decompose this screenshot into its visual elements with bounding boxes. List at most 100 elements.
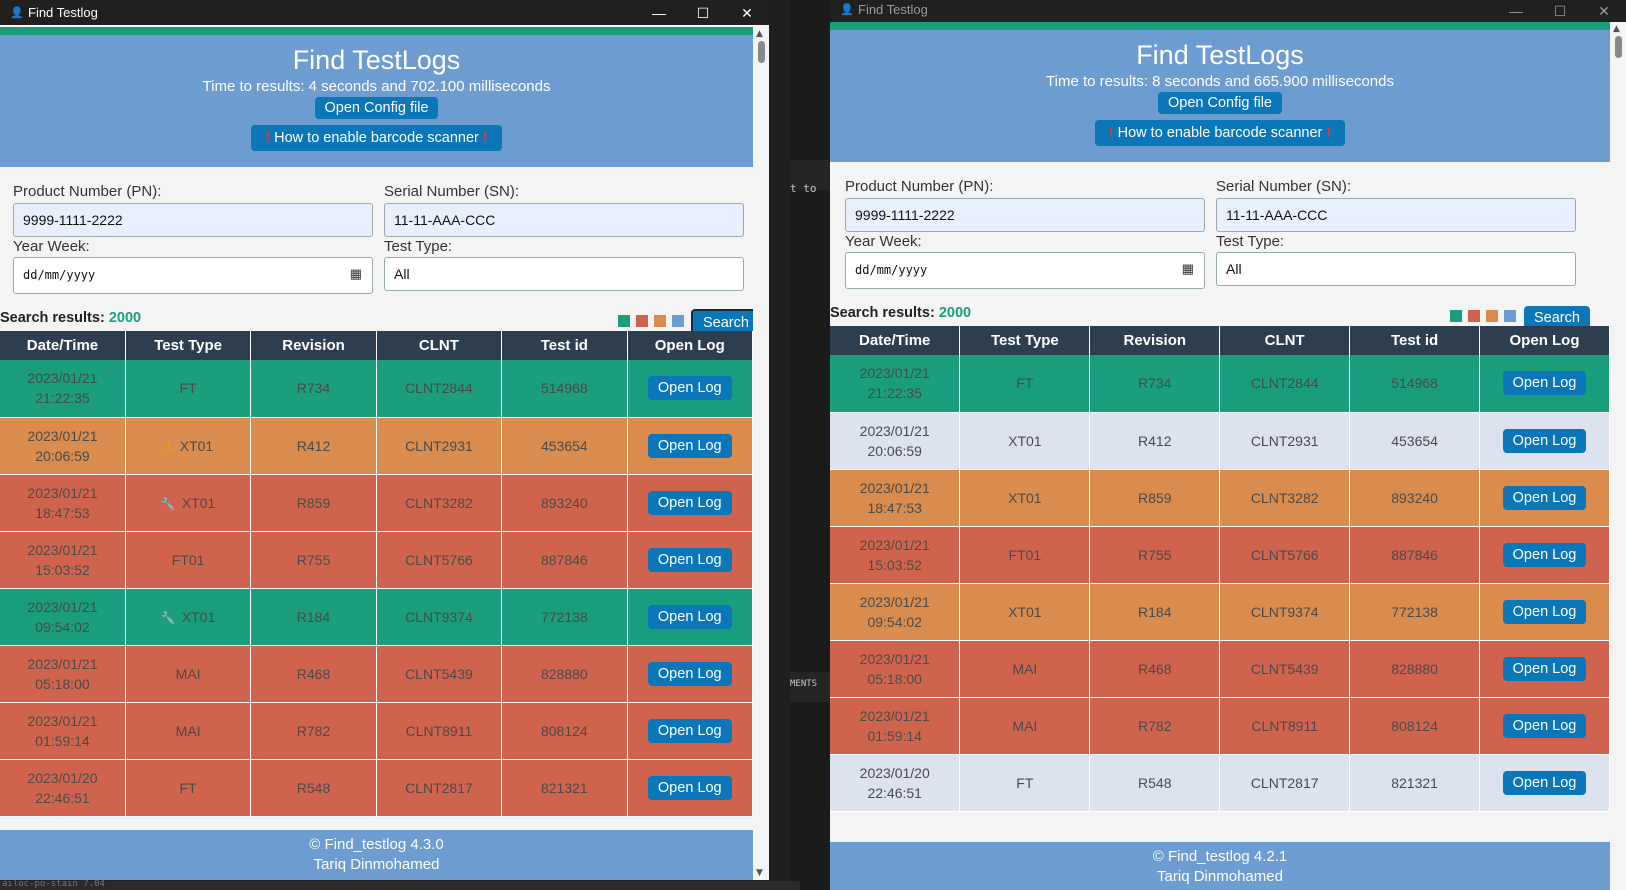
calendar-icon[interactable]: ▦ <box>350 266 362 282</box>
cell-open-log: Open Log <box>1479 754 1610 812</box>
open-log-button[interactable]: Open Log <box>1502 656 1587 681</box>
legend-square-red[interactable] <box>1468 310 1480 322</box>
open-log-button[interactable]: Open Log <box>647 376 732 401</box>
open-log-button[interactable]: Open Log <box>647 547 732 572</box>
legend-square-green[interactable] <box>618 315 630 327</box>
test-type-text: MAI <box>1012 717 1038 734</box>
minimize-icon[interactable]: — <box>1494 0 1538 22</box>
cell-datetime: 2023/01/21 15:03:52 <box>0 531 126 589</box>
maximize-icon[interactable]: ☐ <box>1538 0 1582 22</box>
cell-revision: R734 <box>1089 355 1221 413</box>
open-log-button[interactable]: Open Log <box>1502 599 1587 624</box>
test-type-text: MAI <box>175 722 201 739</box>
open-config-button[interactable]: Open Config file <box>314 97 439 119</box>
date-text: 2023/01/21 <box>27 370 98 387</box>
cell-open-log: Open Log <box>1479 697 1610 755</box>
cell-datetime: 2023/01/20 22:46:51 <box>0 759 126 817</box>
barcode-scanner-label: How to enable barcode scanner <box>274 130 479 146</box>
open-log-button[interactable]: Open Log <box>647 604 732 629</box>
cell-open-log: Open Log <box>627 645 753 703</box>
test-type-text: MAI <box>175 665 201 682</box>
window-title: Find Testlog <box>28 5 98 20</box>
calendar-icon[interactable]: ▦ <box>1182 261 1194 277</box>
legend-square-red[interactable] <box>636 315 648 327</box>
vertical-scrollbar[interactable]: ▲ ▼ <box>753 27 769 880</box>
page-footer: © Find_testlog 4.2.1 Tariq Dinmohamed <box>830 842 1610 890</box>
column-header: Test Type <box>125 331 252 360</box>
open-log-button[interactable]: Open Log <box>1502 371 1587 396</box>
cell-open-log: Open Log <box>1479 355 1610 413</box>
sn-input[interactable]: 11-11-AAA-CCC <box>1216 198 1576 232</box>
close-icon[interactable]: ✕ <box>1582 0 1626 22</box>
open-log-button[interactable]: Open Log <box>1502 770 1587 795</box>
cell-revision: R734 <box>250 360 377 418</box>
cell-clnt: CLNT9374 <box>376 588 503 646</box>
page-content: Find TestLogs Time to results: 8 seconds… <box>830 22 1610 890</box>
column-header: Test id <box>501 331 628 360</box>
open-log-button[interactable]: Open Log <box>647 433 732 458</box>
cell-clnt: CLNT3282 <box>1219 469 1351 527</box>
results-count: 2000 <box>938 305 972 321</box>
maximize-icon[interactable]: ☐ <box>681 2 725 24</box>
legend-square-green[interactable] <box>1450 310 1462 322</box>
open-log-button[interactable]: Open Log <box>1502 428 1587 453</box>
scroll-up-icon[interactable]: ▲ <box>1613 24 1620 34</box>
barcode-scanner-help-button[interactable]: ! How to enable barcode scanner ! <box>251 125 502 151</box>
test-type-select[interactable]: All <box>384 257 744 291</box>
date-text: 2023/01/21 <box>27 484 98 501</box>
search-results-label: Search results: 2000 <box>830 305 971 321</box>
open-log-button[interactable]: Open Log <box>647 661 732 686</box>
open-log-button[interactable]: Open Log <box>1502 542 1587 567</box>
sn-label: Serial Number (SN): <box>384 183 520 200</box>
open-log-button[interactable]: Open Log <box>1502 485 1587 510</box>
year-week-date-input[interactable]: dd/mm/yyyy ▦ <box>13 257 373 294</box>
date-placeholder: dd/mm/yyyy <box>23 268 96 282</box>
title-bar[interactable]: 👤 Find Testlog — ☐ ✕ <box>0 0 769 25</box>
cell-clnt: CLNT5439 <box>376 645 503 703</box>
test-type-label: Test Type: <box>384 238 453 255</box>
cell-datetime: 2023/01/21 09:54:02 <box>830 583 961 641</box>
legend-square-blue[interactable] <box>672 315 684 327</box>
column-header: Revision <box>250 331 377 360</box>
pn-input[interactable]: 9999-1111-2222 <box>845 198 1205 232</box>
open-log-button[interactable]: Open Log <box>647 718 732 743</box>
cell-test-type: FT <box>125 759 252 817</box>
legend-square-orange[interactable] <box>654 315 666 327</box>
footer-version: © Find_testlog 4.2.1 <box>1152 848 1288 865</box>
table-row: 2023/01/21 01:59:14 MAI R782 CLNT8911 808124 O… <box>830 697 1610 755</box>
accent-bar <box>830 22 1610 30</box>
cell-test-id: 453654 <box>1349 412 1481 470</box>
year-week-date-input[interactable]: dd/mm/yyyy ▦ <box>845 252 1205 289</box>
cell-clnt: CLNT2931 <box>1219 412 1351 470</box>
legend-square-blue[interactable] <box>1504 310 1516 322</box>
test-type-text: XT01 <box>1008 489 1042 506</box>
scrollbar-thumb[interactable] <box>758 41 765 63</box>
minimize-icon[interactable]: — <box>637 2 681 24</box>
open-config-button[interactable]: Open Config file <box>1158 92 1282 114</box>
scroll-down-icon[interactable]: ▼ <box>756 868 763 878</box>
vertical-scrollbar[interactable]: ▲ <box>1610 22 1626 890</box>
find-testlog-window-left: 👤 Find Testlog — ☐ ✕ Find TestLogs Time … <box>0 0 769 880</box>
scroll-up-icon[interactable]: ▲ <box>756 29 763 39</box>
sn-input[interactable]: 11-11-AAA-CCC <box>384 203 744 237</box>
open-log-button[interactable]: Open Log <box>647 490 732 515</box>
cell-test-type: FT <box>959 754 1091 812</box>
year-week-label: Year Week: <box>13 238 90 255</box>
test-type-select[interactable]: All <box>1216 252 1576 286</box>
table-row: 2023/01/20 22:46:51 FT R548 CLNT2817 821321 Op… <box>830 754 1610 812</box>
pn-input[interactable]: 9999-1111-2222 <box>13 203 373 237</box>
legend-square-orange[interactable] <box>1486 310 1498 322</box>
cell-datetime: 2023/01/21 01:59:14 <box>0 702 126 760</box>
scrollbar-thumb[interactable] <box>1615 36 1622 58</box>
cell-test-id: 772138 <box>1349 583 1481 641</box>
barcode-scanner-help-button[interactable]: ! How to enable barcode scanner ! <box>1094 120 1346 146</box>
open-log-button[interactable]: Open Log <box>1502 713 1587 738</box>
cell-revision: R859 <box>250 474 377 532</box>
close-icon[interactable]: ✕ <box>725 2 769 24</box>
open-log-button[interactable]: Open Log <box>647 775 732 800</box>
page-footer: © Find_testlog 4.3.0 Tariq Dinmohamed <box>0 830 753 880</box>
column-header: CLNT <box>376 331 503 360</box>
results-label-text: Search results: <box>0 310 105 326</box>
title-bar[interactable]: 👤 Find Testlog — ☐ ✕ <box>830 0 1626 22</box>
cell-datetime: 2023/01/21 15:03:52 <box>830 526 961 584</box>
